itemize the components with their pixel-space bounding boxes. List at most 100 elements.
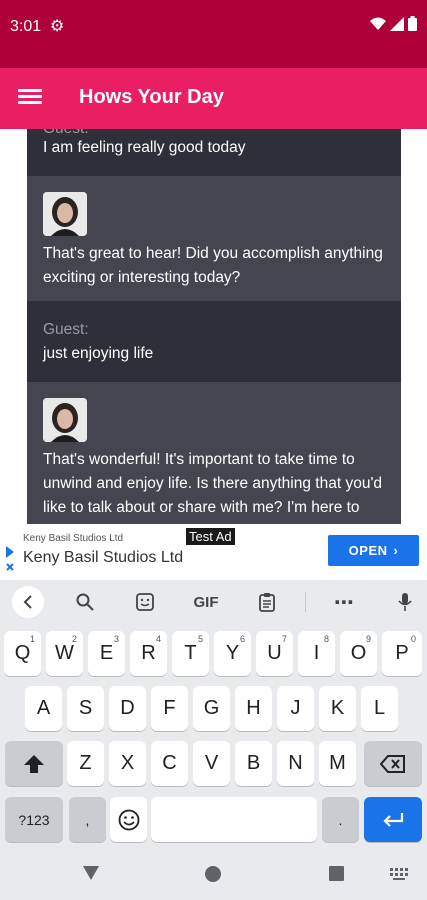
message-text: just enjoying life [43,345,154,362]
key-label: , [85,811,90,828]
key-g[interactable]: G [193,686,230,731]
ad-advertiser: Keny Basil Studios Ltd [23,549,184,566]
key-label: T [184,642,197,664]
ad-banner[interactable]: Keny Basil Studios Ltd Keny Basil Studio… [0,524,427,580]
key-hint: 1 [29,634,35,644]
chat-message-bot: That's wonderful! It's important to take… [27,382,401,524]
keyboard-toolbar: GIF ⋯ [0,580,427,624]
collapse-toolbar-icon[interactable] [12,586,44,618]
backspace-key[interactable] [364,741,422,786]
battery-icon [408,16,417,31]
chat-column: Guest: I am feeling really good today Th… [27,129,401,524]
key-hint: 7 [281,634,287,644]
key-x[interactable]: X [109,741,146,786]
key-w[interactable]: W2 [46,631,83,676]
keyboard: GIF ⋯ Q1 W2 E3 R4 T5 Y6 U7 I8 O9 P0 A S … [0,580,427,848]
settings-gear-icon: ⚙ [50,18,65,35]
home-nav-icon[interactable] [205,866,221,882]
key-v[interactable]: V [193,741,230,786]
backspace-icon [380,754,405,773]
key-label: F [163,697,176,719]
key-hint: 8 [323,634,329,644]
shift-key[interactable] [5,741,63,786]
symbols-key[interactable]: ?123 [5,797,63,842]
key-s[interactable]: S [67,686,104,731]
key-label: W [55,642,74,664]
key-q[interactable]: Q1 [4,631,41,676]
key-label: J [290,697,301,719]
message-text: That's great to hear! Did you accomplish… [43,245,383,286]
chat-message-guest: Guest: I am feeling really good today [27,129,401,176]
recents-nav-icon[interactable] [329,866,344,881]
key-label: O [350,642,367,664]
period-key[interactable]: . [322,797,359,842]
key-d[interactable]: D [109,686,146,731]
signal-icon [390,16,404,31]
key-hint: 0 [410,634,416,644]
key-c[interactable]: C [151,741,188,786]
key-o[interactable]: O9 [340,631,377,676]
key-y[interactable]: Y6 [214,631,251,676]
bot-avatar [43,398,87,442]
key-label: Y [225,642,240,664]
gif-button[interactable]: GIF [188,588,224,616]
key-j[interactable]: J [277,686,314,731]
key-p[interactable]: P0 [382,631,422,676]
menu-icon[interactable] [18,86,42,110]
back-nav-icon[interactable] [82,865,100,881]
emoji-icon [118,809,139,830]
key-k[interactable]: K [319,686,356,731]
comma-key[interactable]: , [69,797,106,842]
ad-open-button[interactable]: OPEN › [328,535,419,566]
key-label: K [330,697,345,719]
enter-key[interactable] [364,797,422,842]
chat-message-guest: Guest: just enjoying life [27,301,401,382]
key-a[interactable]: A [25,686,62,731]
chat-list[interactable]: Guest: I am feeling really good today Th… [0,129,427,524]
key-label: X [120,752,135,774]
key-e[interactable]: E3 [88,631,125,676]
key-u[interactable]: U7 [256,631,293,676]
ad-choices-icon[interactable] [4,544,16,574]
space-bar[interactable] [151,797,317,842]
navigation-bar [0,848,427,900]
key-hint: 5 [197,634,203,644]
key-label: R [141,642,156,664]
key-f[interactable]: F [151,686,188,731]
clipboard-icon[interactable] [254,588,280,616]
test-ad-tag: Test Ad [186,528,235,545]
key-z[interactable]: Z [67,741,104,786]
key-n[interactable]: N [277,741,314,786]
key-hint: 3 [113,634,119,644]
key-label: ?123 [18,811,50,828]
status-time: 3:01 [10,18,42,35]
key-label: B [246,752,261,774]
sticker-icon[interactable] [132,588,158,616]
toolbar-divider [305,592,306,612]
key-label: C [162,752,177,774]
keyboard-switch-icon[interactable] [390,868,408,880]
app-bar: Hows Your Day [0,68,427,129]
key-hint: 2 [71,634,77,644]
key-label: L [373,697,386,719]
key-label: U [267,642,282,664]
more-options-icon[interactable]: ⋯ [330,588,358,616]
emoji-key[interactable] [110,797,147,842]
microphone-icon[interactable] [393,588,417,616]
key-label: G [203,697,220,719]
key-i[interactable]: I8 [298,631,335,676]
key-r[interactable]: R4 [130,631,167,676]
key-label: A [36,697,51,719]
key-h[interactable]: H [235,686,272,731]
key-m[interactable]: M [319,741,356,786]
key-label: D [120,697,135,719]
search-icon[interactable] [72,588,98,616]
key-b[interactable]: B [235,741,272,786]
key-t[interactable]: T5 [172,631,209,676]
key-l[interactable]: L [361,686,398,731]
status-bar: 3:01 ⚙ [0,0,427,68]
key-label: E [99,642,114,664]
ad-advertiser-small: Keny Basil Studios Ltd [23,533,124,544]
key-label: V [204,752,219,774]
key-label: . [338,811,343,828]
